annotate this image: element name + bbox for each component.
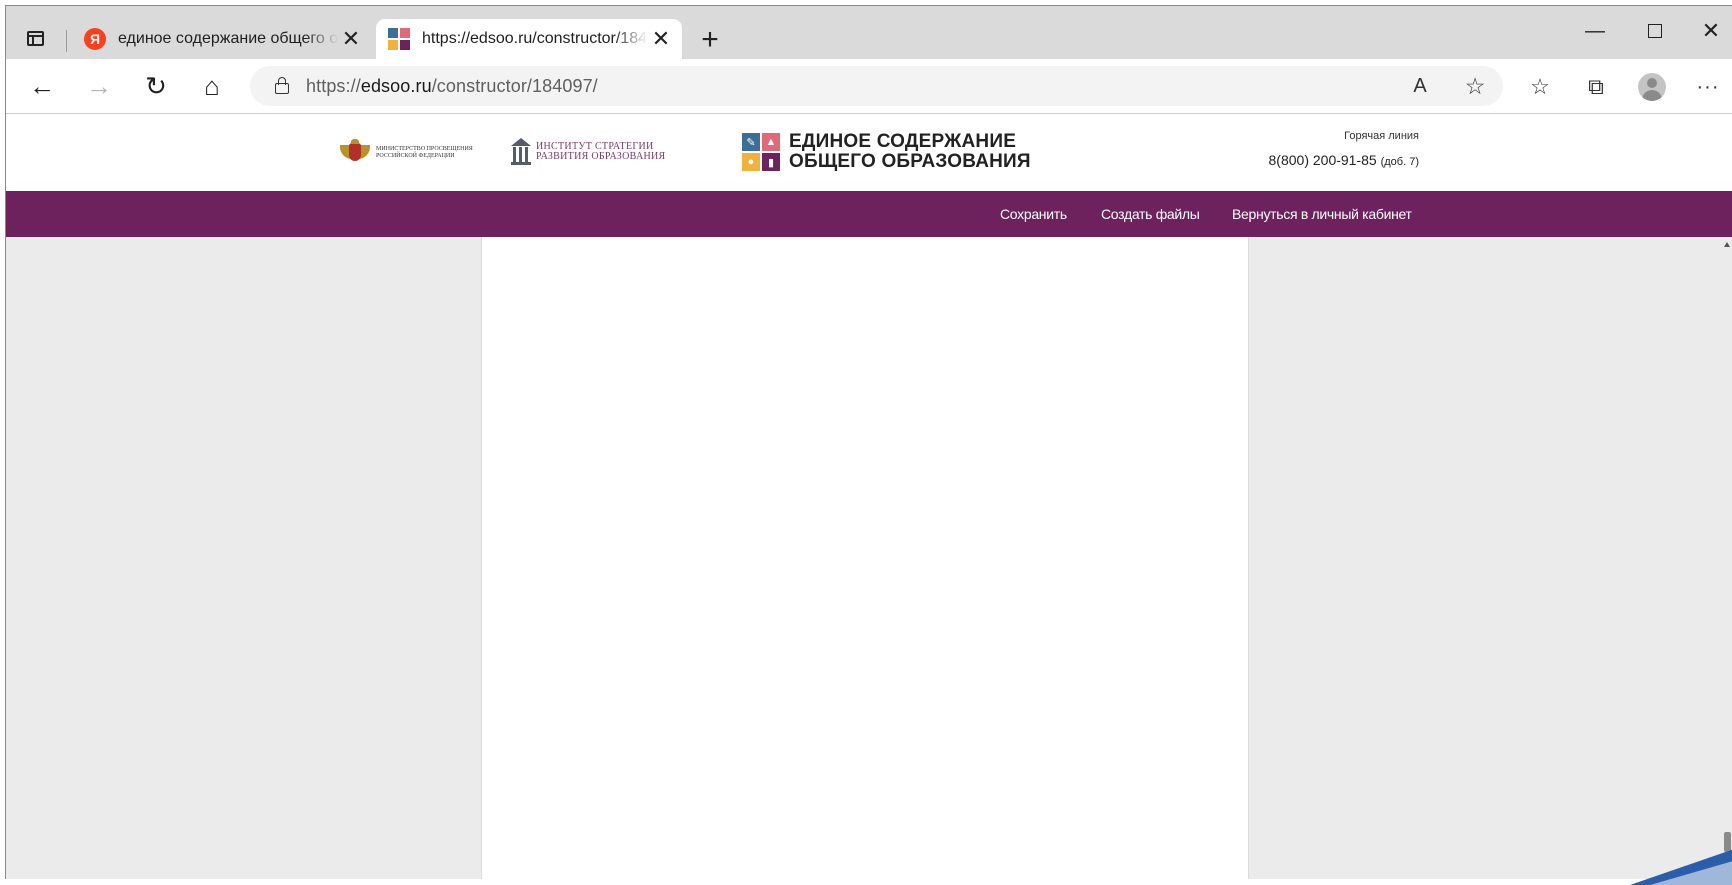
url-text[interactable]: https://edsoo.ru/constructor/184097/: [306, 76, 598, 97]
collections-icon[interactable]: ⧉: [1578, 70, 1614, 104]
site-header: МИНИСТЕРСТВО ПРОСВЕЩЕНИЯ РОССИЙСКОЙ ФЕДЕ…: [6, 114, 1732, 191]
site-nav-bar: Сохранить Создать файлы Вернуться в личн…: [6, 191, 1732, 237]
edsoo-brand-text: ЕДИНОЕ СОДЕРЖАНИЕ ОБЩЕГО ОБРАЗОВАНИЯ: [789, 132, 1031, 172]
tab-separator: [66, 30, 67, 52]
back-button[interactable]: ←: [24, 69, 60, 103]
tab-title: единое содержание общего об: [118, 30, 338, 47]
institute-line-2: РАЗВИТИЯ ОБРАЗОВАНИЯ: [536, 151, 666, 162]
new-tab-button[interactable]: +: [694, 23, 726, 56]
lock-icon[interactable]: [272, 76, 292, 96]
address-bar[interactable]: https://edsoo.ru/constructor/184097/ A ☆: [250, 66, 1503, 106]
forward-button[interactable]: →: [81, 69, 117, 103]
tab-edsoo-constructor[interactable]: https://edsoo.ru/constructor/184 ✕: [376, 19, 682, 59]
browser-window: Я единое содержание общего об ✕ https://…: [5, 5, 1732, 879]
close-tab-icon[interactable]: ✕: [648, 26, 674, 52]
close-window-button[interactable]: ✕: [1686, 16, 1732, 46]
url-path: /constructor/184097/: [431, 75, 598, 96]
brand-line-2: ОБЩЕГО ОБРАЗОВАНИЯ: [789, 151, 1031, 172]
edsoo-favicon-icon: [388, 28, 410, 50]
tab-title: https://edsoo.ru/constructor/184: [422, 30, 648, 47]
ministry-logo-text: МИНИСТЕРСТВО ПРОСВЕЩЕНИЯ РОССИЙСКОЙ ФЕДЕ…: [376, 146, 473, 159]
avatar: [1638, 73, 1666, 101]
minimize-button[interactable]: —: [1570, 16, 1620, 46]
tab-actions-menu-icon[interactable]: [20, 23, 50, 53]
scroll-up-arrow-icon[interactable]: [1724, 242, 1730, 247]
hotline: Горячая линия 8(800) 200-91-85 (доб. 7): [1236, 129, 1419, 168]
hotline-number: 8(800) 200-91-85: [1268, 152, 1377, 168]
save-link[interactable]: Сохранить: [1000, 206, 1067, 222]
read-aloud-icon[interactable]: A: [1405, 72, 1435, 100]
browser-toolbar: ← → ↻ ⌂ https://edsoo.ru/constructor/184…: [6, 59, 1732, 114]
yandex-favicon-icon: Я: [84, 28, 106, 50]
reload-button[interactable]: ↻: [138, 69, 174, 103]
tab-yandex-search[interactable]: Я единое содержание общего об ✕: [72, 19, 372, 59]
maximize-button[interactable]: [1630, 16, 1680, 46]
columns-building-icon: [510, 138, 532, 166]
hotline-label: Горячая линия: [1344, 130, 1419, 142]
hotline-phone[interactable]: 8(800) 200-91-85 (доб. 7): [1236, 152, 1419, 168]
edsoo-logo[interactable]: ✎ ▲ ● ▮ ЕДИНОЕ СОДЕРЖАНИЕ ОБЩЕГО ОБРАЗОВАН…: [742, 132, 1031, 172]
profile-button[interactable]: [1634, 70, 1670, 104]
document-sheet[interactable]: [481, 237, 1249, 879]
corner-decoration: [1630, 849, 1732, 885]
back-to-cabinet-link[interactable]: Вернуться в личный кабинет: [1232, 206, 1412, 222]
institute-logo[interactable]: ИНСТИТУТ СТРАТЕГИИ РАЗВИТИЯ ОБРАЗОВАНИЯ: [510, 138, 665, 166]
create-files-link[interactable]: Создать файлы: [1101, 206, 1200, 222]
page-scrollbar[interactable]: [1720, 237, 1732, 879]
add-favorite-icon[interactable]: ☆: [1460, 72, 1490, 100]
tab-strip: Я единое содержание общего об ✕ https://…: [6, 6, 1732, 59]
url-scheme: https://: [306, 75, 361, 96]
home-button[interactable]: ⌂: [194, 69, 230, 103]
hotline-extension: (доб. 7): [1380, 156, 1419, 168]
url-host: edsoo.ru: [360, 75, 432, 96]
maximize-icon: [1648, 24, 1662, 38]
more-menu-button[interactable]: ···: [1690, 70, 1726, 104]
page-viewport: МИНИСТЕРСТВО ПРОСВЕЩЕНИЯ РОССИЙСКОЙ ФЕДЕ…: [6, 114, 1732, 879]
edsoo-tiles-icon: ✎ ▲ ● ▮: [742, 133, 780, 171]
brand-line-1: ЕДИНОЕ СОДЕРЖАНИЕ: [789, 131, 1017, 152]
favorites-icon[interactable]: ☆: [1522, 70, 1558, 104]
coat-of-arms-icon: [340, 139, 370, 167]
ministry-logo[interactable]: МИНИСТЕРСТВО ПРОСВЕЩЕНИЯ РОССИЙСКОЙ ФЕДЕ…: [340, 139, 476, 167]
close-tab-icon[interactable]: ✕: [338, 26, 364, 52]
institute-logo-text: ИНСТИТУТ СТРАТЕГИИ РАЗВИТИЯ ОБРАЗОВАНИЯ: [536, 142, 665, 162]
